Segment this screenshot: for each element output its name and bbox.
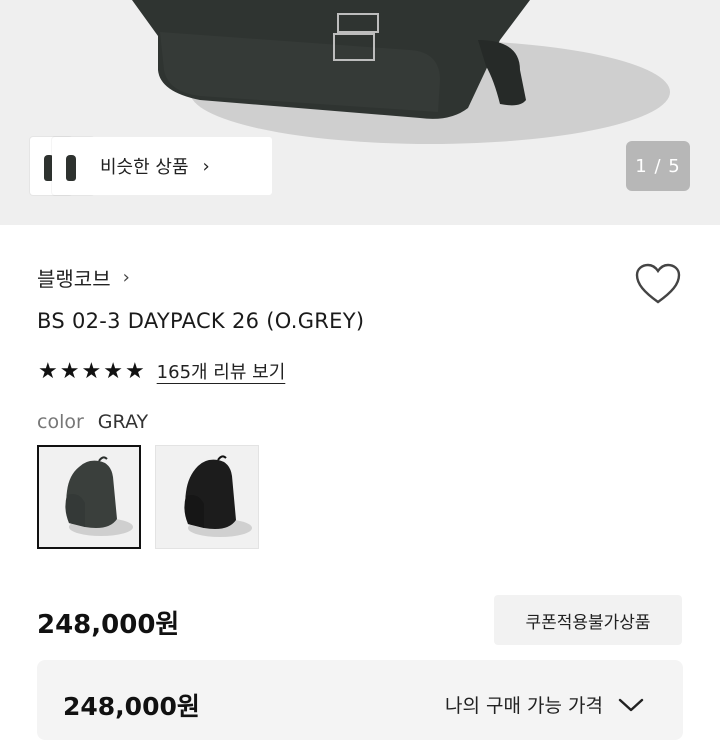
image-pager: 1 / 5	[626, 141, 690, 191]
similar-products-label: 비슷한 상품	[100, 157, 189, 178]
chevron-right-icon: ›	[202, 155, 210, 177]
heart-icon[interactable]	[634, 262, 682, 306]
star-icon: ★	[38, 358, 58, 384]
my-price-value: 248,000원	[63, 692, 200, 721]
review-link[interactable]: 165개 리뷰 보기	[157, 358, 286, 384]
color-value: GRAY	[97, 411, 149, 433]
my-price-toggle-label: 나의 구매 가능 가격	[445, 695, 603, 717]
coupon-badge: 쿠폰적용불가상품	[494, 595, 682, 645]
backpack-thumbnail	[184, 455, 252, 537]
star-icon: ★	[103, 358, 123, 384]
backpack-thumbnail	[65, 456, 133, 536]
chevron-down-icon	[618, 698, 644, 711]
star-icon: ★	[81, 358, 102, 384]
my-price-box: 248,000원 나의 구매 가능 가격	[37, 660, 683, 740]
color-label: color	[37, 411, 84, 433]
chevron-right-icon: ›	[122, 267, 130, 288]
rating-row: ★ ★ ★ ★ ★ 165개 리뷰 보기	[38, 358, 285, 384]
color-swatch-black[interactable]	[155, 445, 259, 549]
star-icon: ★	[124, 358, 145, 384]
brand-name: 블랭코브	[37, 267, 111, 291]
product-price: 248,000원	[37, 610, 180, 640]
product-image-area[interactable]: 비슷한 상품 › 1 / 5	[0, 0, 720, 225]
star-rating: ★ ★ ★ ★ ★	[38, 359, 145, 384]
star-icon: ★	[59, 358, 80, 384]
similar-products-button[interactable]: 비슷한 상품 ›	[84, 137, 272, 195]
my-price-toggle[interactable]: 나의 구매 가능 가격	[445, 691, 645, 718]
color-row: color GRAY	[37, 411, 148, 433]
product-title: BS 02-3 DAYPACK 26 (O.GREY)	[37, 309, 365, 333]
brand-link[interactable]: 블랭코브 ›	[37, 263, 130, 292]
color-swatch-gray[interactable]	[37, 445, 141, 549]
